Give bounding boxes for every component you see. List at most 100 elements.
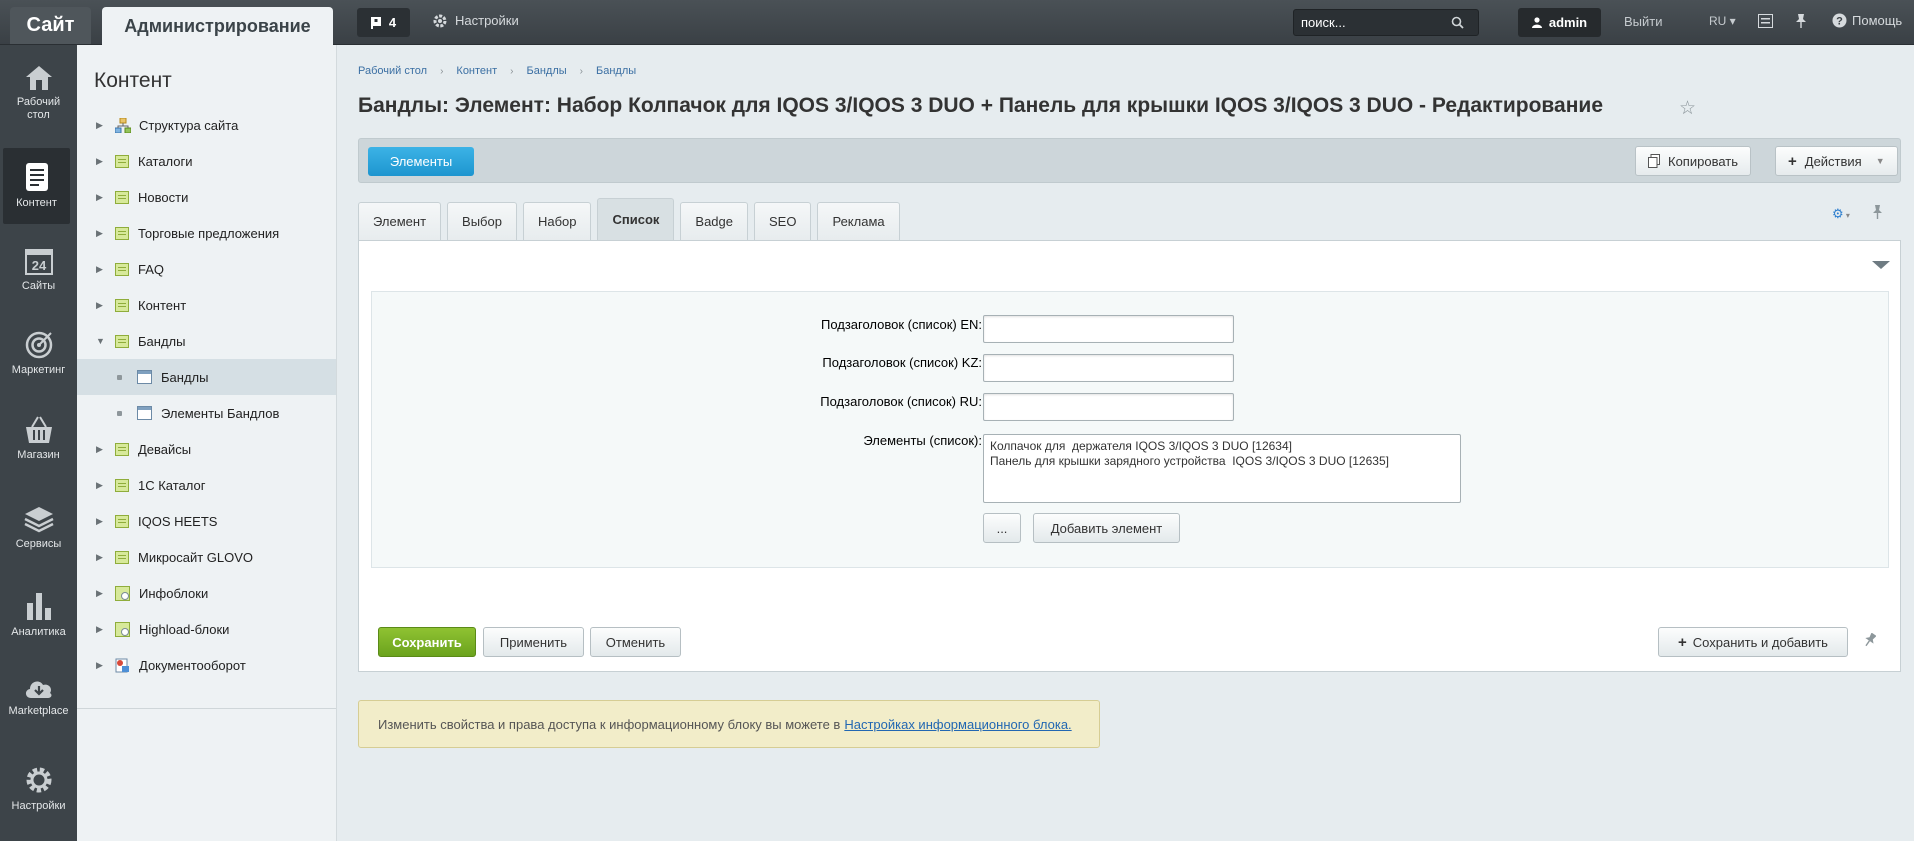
plus-icon: + [1678, 633, 1687, 651]
cancel-button[interactable]: Отменить [590, 627, 681, 657]
collapse-arrow-icon[interactable]: ▼ [96, 336, 105, 346]
subtitle-ru-input[interactable] [983, 393, 1234, 421]
expand-arrow-icon[interactable]: ▶ [96, 660, 104, 671]
settings-link[interactable]: Настройки [433, 13, 519, 28]
menu-desktop[interactable]: Рабочий стол [0, 55, 77, 131]
tab-badge[interactable]: Badge [680, 202, 748, 240]
save-and-add-button[interactable]: + Сохранить и добавить [1658, 627, 1848, 657]
page-title: Бандлы: Элемент: Набор Колпачок для IQOS… [358, 94, 1603, 117]
expand-arrow-icon[interactable]: ▶ [96, 480, 104, 491]
help-link[interactable]: ? Помощь [1832, 13, 1902, 28]
tree-item[interactable]: ▶ 1С Каталог [77, 467, 336, 503]
expand-arrow-icon[interactable]: ▶ [96, 156, 104, 167]
tree-item[interactable]: ▶ Каталоги [77, 143, 336, 179]
elements-list-textarea[interactable]: Колпачок для держателя IQOS 3/IQOS 3 DUO… [983, 434, 1461, 503]
iblock-settings-link[interactable]: Настройках информационного блока. [844, 717, 1071, 732]
tab-element[interactable]: Элемент [358, 202, 442, 240]
expand-arrow-icon[interactable]: ▶ [96, 516, 104, 527]
tab-set[interactable]: Набор [522, 202, 592, 240]
subtitle-kz-input[interactable] [983, 354, 1234, 382]
flag-icon [370, 16, 381, 29]
iblock-type-icon [115, 550, 129, 564]
expand-arrow-icon[interactable]: ▶ [96, 228, 104, 239]
admin-tab[interactable]: Администрирование [102, 7, 333, 45]
pin-icon[interactable] [1795, 14, 1807, 31]
menu-sites[interactable]: 24 Сайты [0, 232, 77, 308]
breadcrumb-item[interactable]: Контент [456, 65, 497, 77]
tree-item[interactable]: ▶ Торговые предложения [77, 215, 336, 251]
bullet-icon [117, 410, 122, 416]
tree-item[interactable]: ▶ IQOS HEETS [77, 503, 336, 539]
tab-seo[interactable]: SEO [754, 202, 812, 240]
tree-item[interactable]: ▶ Новости [77, 179, 336, 215]
favorite-star-icon[interactable]: ☆ [1679, 97, 1696, 120]
elements-button[interactable]: Элементы [368, 147, 474, 176]
tree-item[interactable]: ▶ Структура сайта [77, 107, 336, 143]
search-box [1293, 9, 1479, 36]
apply-button[interactable]: Применить [483, 627, 584, 657]
tab-choice[interactable]: Выбор [447, 202, 517, 240]
site-tab[interactable]: Сайт [10, 7, 91, 44]
expand-arrow-icon[interactable]: ▶ [96, 444, 104, 455]
language-select[interactable]: RU ▾ [1709, 14, 1736, 28]
subtitle-en-input[interactable] [983, 315, 1234, 343]
tree-item[interactable]: Элементы Бандлов [77, 395, 336, 431]
user-icon [1531, 17, 1542, 28]
menu-content[interactable]: Контент [3, 148, 70, 224]
pin-icon[interactable] [1872, 205, 1883, 222]
pin-icon[interactable] [1864, 632, 1877, 650]
workflow-icon [115, 658, 129, 672]
browse-button[interactable]: ... [983, 513, 1021, 543]
tree-item[interactable]: ▼ Бандлы [77, 323, 336, 359]
menu-marketing[interactable]: Маркетинг [0, 316, 77, 392]
tree-item[interactable]: ▶ Инфоблоки [77, 575, 336, 611]
user-button[interactable]: admin [1518, 8, 1601, 37]
tree-item-label: Структура сайта [139, 117, 239, 133]
tree-item[interactable]: ▶ Микросайт GLOVO [77, 539, 336, 575]
notifications-button[interactable]: 4 [357, 8, 410, 37]
tree-item[interactable]: ▶ Highload-блоки [77, 611, 336, 647]
form-area: Подзаголовок (список) EN: Подзаголовок (… [371, 291, 1889, 568]
iblock-type-icon [115, 334, 129, 348]
breadcrumb-item[interactable]: Рабочий стол [358, 65, 427, 77]
content-tree: Контент ▶ Структура сайта ▶ Каталоги ▶ Нов… [77, 45, 337, 841]
menu-marketplace-label: Marketplace [8, 705, 69, 717]
tree-item[interactable]: ▶ Девайсы [77, 431, 336, 467]
actions-button[interactable]: + Действия ▼ [1775, 146, 1898, 176]
tab-settings-gear-icon[interactable]: ⚙ ▾ [1832, 206, 1850, 222]
elements-list-label: Элементы (список): [863, 433, 982, 448]
iblock-type-icon [115, 262, 129, 276]
copy-button[interactable]: Копировать [1635, 146, 1751, 176]
logout-link[interactable]: Выйти [1624, 14, 1663, 29]
tree-item[interactable]: ▶ Контент [77, 287, 336, 323]
hotkeys-icon[interactable] [1758, 14, 1773, 31]
expand-arrow-icon[interactable]: ▶ [96, 552, 104, 563]
search-input[interactable] [1301, 15, 1451, 30]
menu-analytics[interactable]: Аналитика [0, 577, 77, 653]
save-button[interactable]: Сохранить [378, 627, 476, 657]
menu-settings[interactable]: Настройки [0, 751, 77, 827]
expand-arrow-icon[interactable]: ▶ [96, 120, 104, 131]
tree-item[interactable]: ▶ FAQ [77, 251, 336, 287]
menu-services[interactable]: Сервисы [0, 490, 77, 566]
expand-arrow-icon[interactable]: ▶ [96, 264, 104, 275]
tab-ads[interactable]: Реклама [817, 202, 900, 240]
menu-marketplace[interactable]: Marketplace [0, 659, 77, 735]
breadcrumb-item[interactable]: Бандлы [527, 65, 567, 77]
breadcrumb: Рабочий стол › Контент › Бандлы › Бандлы [358, 65, 636, 77]
expand-arrow-icon[interactable]: ▶ [96, 192, 104, 203]
collapse-toggle-icon[interactable] [1872, 261, 1890, 269]
chevron-right-icon: › [440, 65, 444, 77]
expand-arrow-icon[interactable]: ▶ [96, 300, 104, 311]
tree-item-selected[interactable]: Бандлы [77, 359, 336, 395]
expand-arrow-icon[interactable]: ▶ [96, 588, 104, 599]
breadcrumb-item[interactable]: Бандлы [596, 65, 636, 77]
tree-item[interactable]: ▶ Документооборот [77, 647, 336, 683]
search-icon[interactable] [1451, 16, 1464, 29]
expand-arrow-icon[interactable]: ▶ [96, 624, 104, 635]
tab-list[interactable]: Список [597, 198, 675, 240]
add-element-button[interactable]: Добавить элемент [1033, 513, 1180, 543]
menu-shop[interactable]: Магазин [0, 401, 77, 477]
actions-label: Действия [1804, 153, 1862, 169]
svg-text:24: 24 [31, 258, 46, 273]
